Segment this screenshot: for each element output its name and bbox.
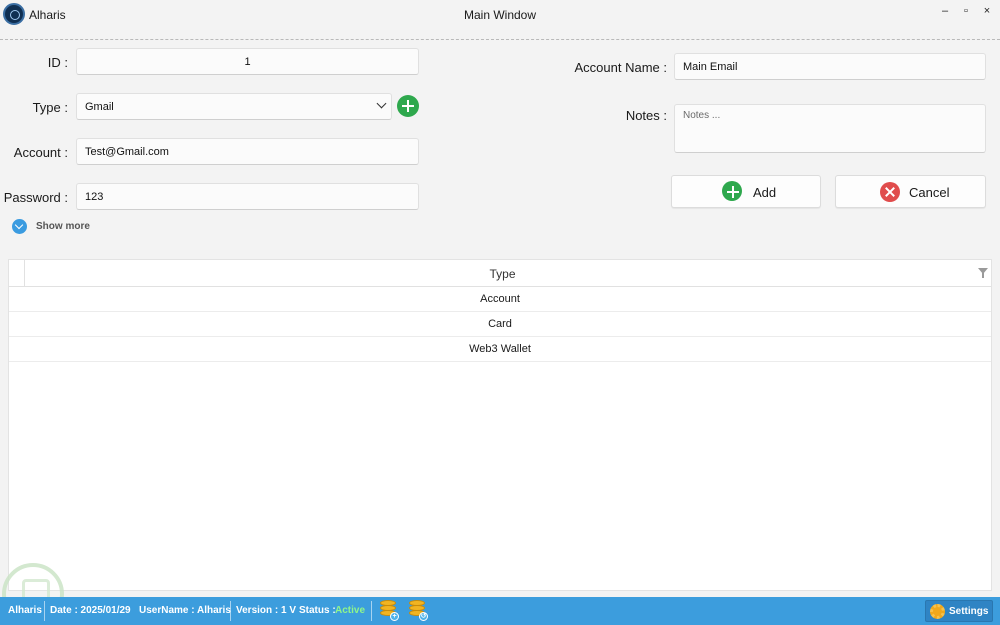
- add-button-label: Add: [753, 185, 777, 200]
- window-title: Main Window: [463, 8, 537, 22]
- plus-icon: [722, 181, 742, 201]
- id-field[interactable]: 1: [76, 48, 419, 75]
- status-divider: [44, 601, 45, 621]
- close-button[interactable]: ×: [977, 3, 997, 21]
- status-version: Version : 1 V: [236, 605, 297, 616]
- cancel-button-label: Cancel: [909, 185, 950, 200]
- chevron-down-circle-icon[interactable]: [12, 219, 27, 234]
- account-name-field[interactable]: Main Email: [674, 53, 986, 80]
- status-app-name: Alharis: [8, 605, 42, 616]
- show-more-link[interactable]: Show more: [36, 221, 90, 232]
- row-header-gutter: [9, 260, 25, 286]
- account-label: Account :: [13, 145, 68, 160]
- password-label: Password :: [3, 190, 68, 205]
- add-button[interactable]: Add: [671, 175, 821, 208]
- table-row[interactable]: Web3 Wallet: [9, 337, 991, 362]
- gear-icon: [930, 604, 945, 619]
- status-divider: [230, 601, 231, 621]
- type-selected-value: Gmail: [85, 101, 114, 113]
- notes-placeholder: Notes ...: [683, 110, 721, 121]
- type-label: Type :: [32, 100, 68, 115]
- notes-field[interactable]: Notes ...: [674, 104, 986, 153]
- minimize-button[interactable]: –: [935, 3, 955, 21]
- status-date: Date : 2025/01/29: [50, 605, 131, 616]
- cancel-icon: [880, 182, 900, 202]
- type-grid: Type Account Card Web3 Wallet: [8, 259, 992, 591]
- filter-icon[interactable]: [978, 268, 988, 278]
- account-field[interactable]: Test@Gmail.com: [76, 138, 419, 165]
- settings-button[interactable]: Settings: [925, 600, 993, 622]
- database-add-icon[interactable]: +: [379, 600, 399, 622]
- account-name-label: Account Name :: [574, 60, 668, 75]
- status-label: Status :: [299, 605, 336, 616]
- table-row[interactable]: Account: [9, 287, 991, 312]
- type-dropdown[interactable]: Gmail: [76, 93, 392, 120]
- title-bar: Alharis Main Window – ▫ ×: [0, 0, 1000, 31]
- cancel-button[interactable]: Cancel: [835, 175, 986, 208]
- column-header-type[interactable]: Type: [25, 267, 980, 281]
- status-divider: [371, 601, 372, 621]
- notes-label: Notes :: [625, 108, 667, 123]
- add-type-button[interactable]: [397, 95, 419, 117]
- status-username: UserName : Alharis: [139, 605, 231, 616]
- status-bar: Alharis Date : 2025/01/29 UserName : Alh…: [0, 597, 1000, 625]
- status-value: Active: [335, 605, 366, 616]
- table-row[interactable]: Card: [9, 312, 991, 337]
- database-restore-icon[interactable]: ↺: [408, 600, 428, 622]
- chevron-down-icon: [376, 98, 387, 109]
- maximize-button[interactable]: ▫: [956, 3, 976, 21]
- grid-header: Type: [9, 260, 991, 287]
- settings-label: Settings: [949, 606, 989, 617]
- id-label: ID :: [47, 55, 68, 70]
- password-field[interactable]: 123: [76, 183, 419, 210]
